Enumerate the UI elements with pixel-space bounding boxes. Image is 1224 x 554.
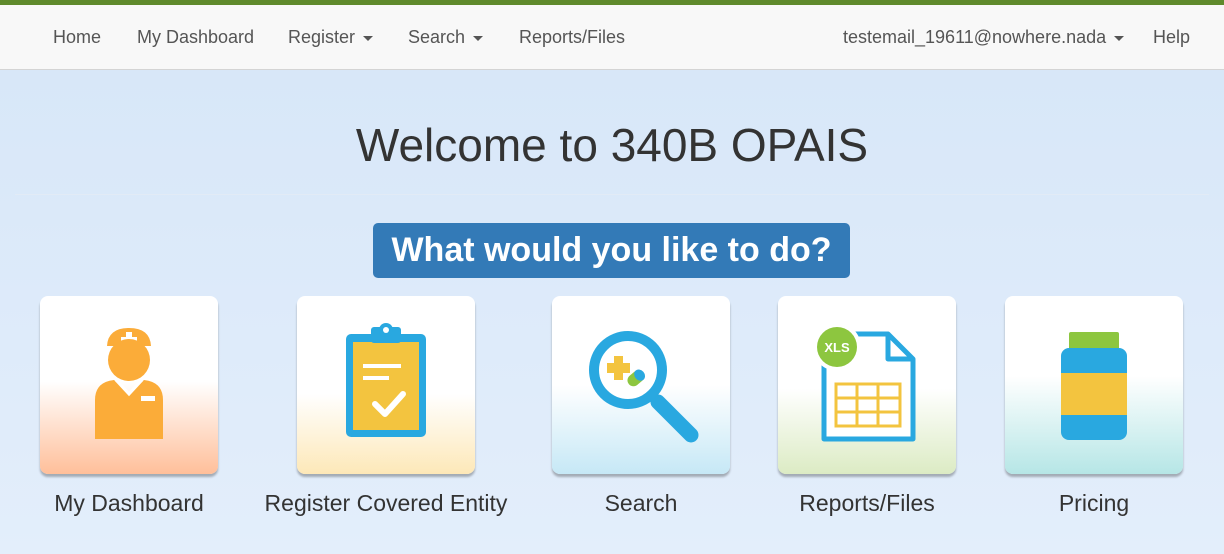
nav-home[interactable]: Home [53, 5, 101, 69]
divider [15, 194, 1209, 195]
nav-user-dropdown[interactable]: testemail_19611@nowhere.nada [843, 5, 1125, 69]
xls-badge-text: XLS [824, 340, 850, 355]
nav-register-dropdown[interactable]: Register [288, 5, 374, 69]
tile-box[interactable] [1005, 296, 1183, 474]
caret-down-icon [363, 35, 374, 41]
tile-search[interactable]: Search [552, 296, 730, 516]
pill-bottle-icon [1061, 332, 1127, 440]
tile-pricing[interactable]: Pricing [1005, 296, 1183, 516]
caret-down-icon [473, 35, 484, 41]
tile-label: Register Covered Entity [264, 490, 508, 516]
nav-search-dropdown[interactable]: Search [408, 5, 484, 69]
tile-my-dashboard[interactable]: My Dashboard [40, 296, 218, 516]
nav-search-label: Search [408, 27, 466, 47]
nav-register-label: Register [288, 27, 356, 47]
nav-reports-files[interactable]: Reports/Files [519, 5, 625, 69]
tile-box[interactable] [40, 296, 218, 474]
xls-file-icon: XLS [813, 323, 916, 442]
nurse-icon [95, 328, 163, 439]
nav-help[interactable]: Help [1153, 5, 1190, 69]
caret-down-icon [1114, 35, 1125, 41]
magnifier-icon [589, 331, 699, 443]
tile-box[interactable]: XLS [778, 296, 956, 474]
page-title: Welcome to 340B OPAIS [355, 119, 869, 171]
tile-reports-files[interactable]: XLS Reports/Files [778, 296, 956, 516]
tile-box[interactable] [552, 296, 730, 474]
navbar: Home My Dashboard Register Search Report… [0, 5, 1224, 70]
nav-my-dashboard[interactable]: My Dashboard [137, 5, 254, 69]
nav-user-label: testemail_19611@nowhere.nada [843, 27, 1107, 47]
tile-box[interactable] [297, 296, 475, 474]
clipboard-check-icon [346, 323, 426, 437]
tile-label: Pricing [1058, 490, 1130, 516]
tile-register-covered-entity[interactable]: Register Covered Entity [265, 296, 507, 516]
prompt-banner: What would you like to do? [373, 223, 850, 278]
